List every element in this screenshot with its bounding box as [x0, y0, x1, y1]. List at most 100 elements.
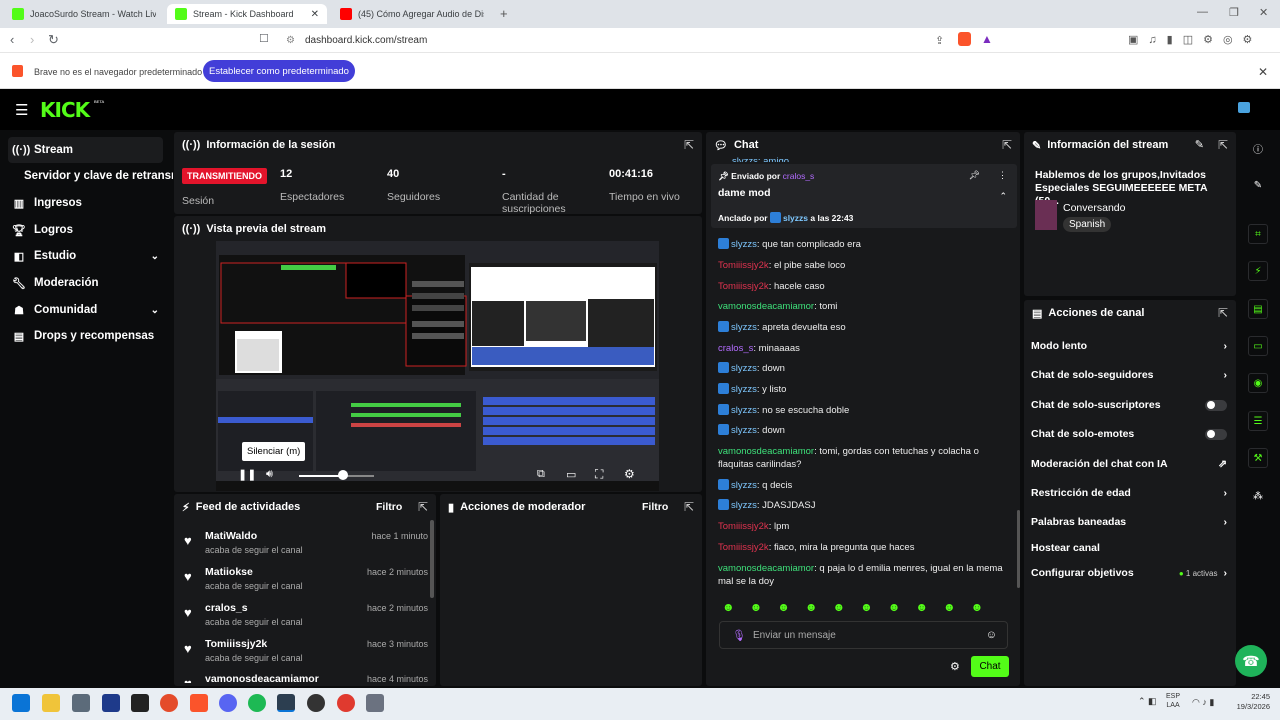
expand-icon[interactable]: ⇱	[418, 500, 428, 514]
spotify-icon[interactable]	[248, 694, 266, 712]
clock[interactable]: 22:45 19/3/2026	[1226, 692, 1270, 712]
chat-input[interactable]: 🎙︎ Enviar un mensaje ☺	[719, 621, 1008, 649]
chat-username[interactable]: vamonosdeacamiamor	[718, 563, 814, 574]
microphone-icon[interactable]: 🎙︎	[732, 629, 746, 642]
kick-logo[interactable]: KICK	[40, 98, 90, 122]
app-icon[interactable]	[102, 694, 120, 712]
forward-icon[interactable]: ›	[30, 32, 34, 47]
pip-icon[interactable]: ⧉	[537, 468, 545, 481]
expand-icon[interactable]: ⇱	[1218, 306, 1228, 320]
user-avatar-icon[interactable]	[1238, 102, 1250, 113]
settings-icon[interactable]	[366, 694, 384, 712]
chat-username[interactable]: slyzzs	[731, 363, 757, 374]
tray-icons[interactable]: ⌃ ◧	[1138, 696, 1157, 707]
broadcast-icon[interactable]: ◉	[1248, 373, 1268, 393]
browser-tab-2[interactable]: Stream - Kick Dashboard ✕	[167, 4, 327, 24]
feed-scrollbar[interactable]	[430, 520, 434, 598]
volume-icon[interactable]: 🔊︎	[266, 468, 273, 481]
doc-icon[interactable]: ▤	[1248, 299, 1268, 319]
sidebar-item-drops[interactable]: ▤ Drops y recompensas	[8, 323, 163, 349]
app-icon[interactable]	[307, 694, 325, 712]
expand-icon[interactable]: ⇱	[684, 138, 694, 152]
info-icon[interactable]: ⓘ	[1248, 138, 1268, 158]
edit-icon[interactable]: ✎	[1195, 138, 1204, 151]
brave-rewards-icon[interactable]: ▲	[981, 32, 993, 46]
sidebar-item-comunidad[interactable]: ☗ Comunidad ⌄	[8, 297, 163, 323]
pin-icon[interactable]: 📌︎	[969, 170, 980, 181]
volume-slider[interactable]	[299, 475, 374, 477]
expand-icon[interactable]: ⇱	[1218, 138, 1228, 152]
opera-icon[interactable]	[337, 694, 355, 712]
action-ai-moderation[interactable]: Moderación del chat con IA ⇗	[1031, 458, 1227, 470]
chat-scrollbar[interactable]	[1017, 510, 1020, 588]
new-tab-icon[interactable]: +	[500, 6, 508, 21]
language-indicator[interactable]: ESP LAA	[1166, 692, 1180, 710]
expand-icon[interactable]: ⇱	[1002, 138, 1012, 152]
set-default-button[interactable]: Establecer como predeterminado	[203, 60, 355, 82]
mod-filter-button[interactable]: Filtro	[642, 501, 668, 513]
chat-username[interactable]: Tomiiissjy2k	[718, 260, 769, 271]
chat-username[interactable]: slyzzs	[731, 322, 757, 333]
chat-username[interactable]: slyzzs	[731, 480, 757, 491]
emote-bar[interactable]: ☻☻☻☻☻☻☻☻☻☻	[722, 600, 998, 614]
close-icon[interactable]: ✕	[311, 9, 319, 20]
apps-icon[interactable]: ⁂	[1248, 486, 1268, 506]
chat-username[interactable]: slyzzs	[731, 425, 757, 436]
theater-icon[interactable]: ▭	[566, 468, 576, 481]
chat-icon[interactable]: ▭	[1248, 336, 1268, 356]
windows-start-icon[interactable]	[12, 694, 30, 712]
chat-username[interactable]: cralos_s	[718, 343, 753, 354]
obs-icon[interactable]	[131, 694, 149, 712]
chat-username[interactable]: slyzzs	[731, 384, 757, 395]
chat-username[interactable]: slyzzs	[731, 239, 757, 250]
chat-username[interactable]: vamonosdeacamiamor	[718, 446, 814, 457]
reload-icon[interactable]: ↻	[48, 32, 59, 48]
site-info-icon[interactable]: ⚙	[286, 35, 295, 46]
action-subscribers-only[interactable]: Chat de solo-suscriptores	[1031, 399, 1227, 411]
volume-slider-knob[interactable]	[337, 470, 348, 480]
window-close-icon[interactable]: ✕	[1259, 6, 1268, 19]
chat-username[interactable]: slyzzs	[731, 405, 757, 416]
chat-username[interactable]: slyzzs	[731, 500, 757, 511]
chat-username[interactable]: Tomiiissjy2k	[718, 521, 769, 532]
share-icon[interactable]: ⇪	[935, 34, 944, 47]
action-emotes-only[interactable]: Chat de solo-emotes	[1031, 428, 1227, 440]
wrench-icon[interactable]: ⚒	[1248, 448, 1268, 468]
sidebar-item-stream[interactable]: ((·)) Stream	[8, 137, 163, 163]
browser-tab-1[interactable]: JoacoSurdo Stream - Watch Live on K	[4, 4, 164, 24]
sidebar-item-logros[interactable]: 🏆︎ Logros	[8, 217, 163, 243]
calculator-icon[interactable]	[72, 694, 90, 712]
discord-icon[interactable]	[219, 694, 237, 712]
chat-username[interactable]: Tomiiissjy2k	[718, 281, 769, 292]
sidebar-item-moderacion[interactable]: 🔧︎ Moderación	[8, 270, 163, 296]
minimize-icon[interactable]: —	[1197, 6, 1208, 18]
action-banned-words[interactable]: Palabras baneadas ›	[1031, 516, 1227, 528]
bolt-icon[interactable]: ⚡︎	[1248, 261, 1268, 281]
chat-username[interactable]: vamonosdeacamiamor	[718, 301, 814, 312]
brave-shields-icon[interactable]	[958, 32, 971, 46]
back-icon[interactable]: ‹	[10, 32, 14, 47]
action-host-channel[interactable]: Hostear canal	[1031, 542, 1227, 554]
pause-icon[interactable]: ❚❚	[238, 468, 256, 481]
pencil-icon[interactable]: ✎	[1248, 175, 1268, 195]
maximize-icon[interactable]: ❐	[1229, 6, 1239, 19]
send-chat-button[interactable]: Chat	[971, 656, 1009, 677]
action-followers-only[interactable]: Chat de solo-seguidores ›	[1031, 369, 1227, 381]
chat-settings-icon[interactable]: ⚙	[950, 660, 960, 673]
fullscreen-icon[interactable]: ⛶	[595, 467, 603, 482]
chat-username[interactable]: Tomiiissjy2k	[718, 542, 769, 553]
capture-icon[interactable]: ⌗	[1248, 224, 1268, 244]
chevron-up-icon[interactable]: ⌃	[999, 191, 1007, 202]
expand-icon[interactable]: ⇱	[684, 500, 694, 514]
action-age-restriction[interactable]: Restricción de edad ›	[1031, 487, 1227, 499]
feed-filter-button[interactable]: Filtro	[376, 501, 402, 513]
browser-tab-3[interactable]: (45) Cómo Agregar Audio de Discord	[332, 4, 492, 24]
file-explorer-icon[interactable]	[42, 694, 60, 712]
chrome-icon[interactable]	[160, 694, 178, 712]
toolbar-icons[interactable]: ▣♫▮◫⚙◎⚙	[1128, 33, 1262, 46]
editor-icon[interactable]	[277, 694, 295, 712]
menu-icon[interactable]: ☰	[15, 101, 28, 119]
more-options-icon[interactable]: ⋮	[998, 170, 1007, 181]
subscribers-only-toggle[interactable]	[1205, 399, 1227, 411]
infobar-close-icon[interactable]: ✕	[1258, 65, 1268, 79]
